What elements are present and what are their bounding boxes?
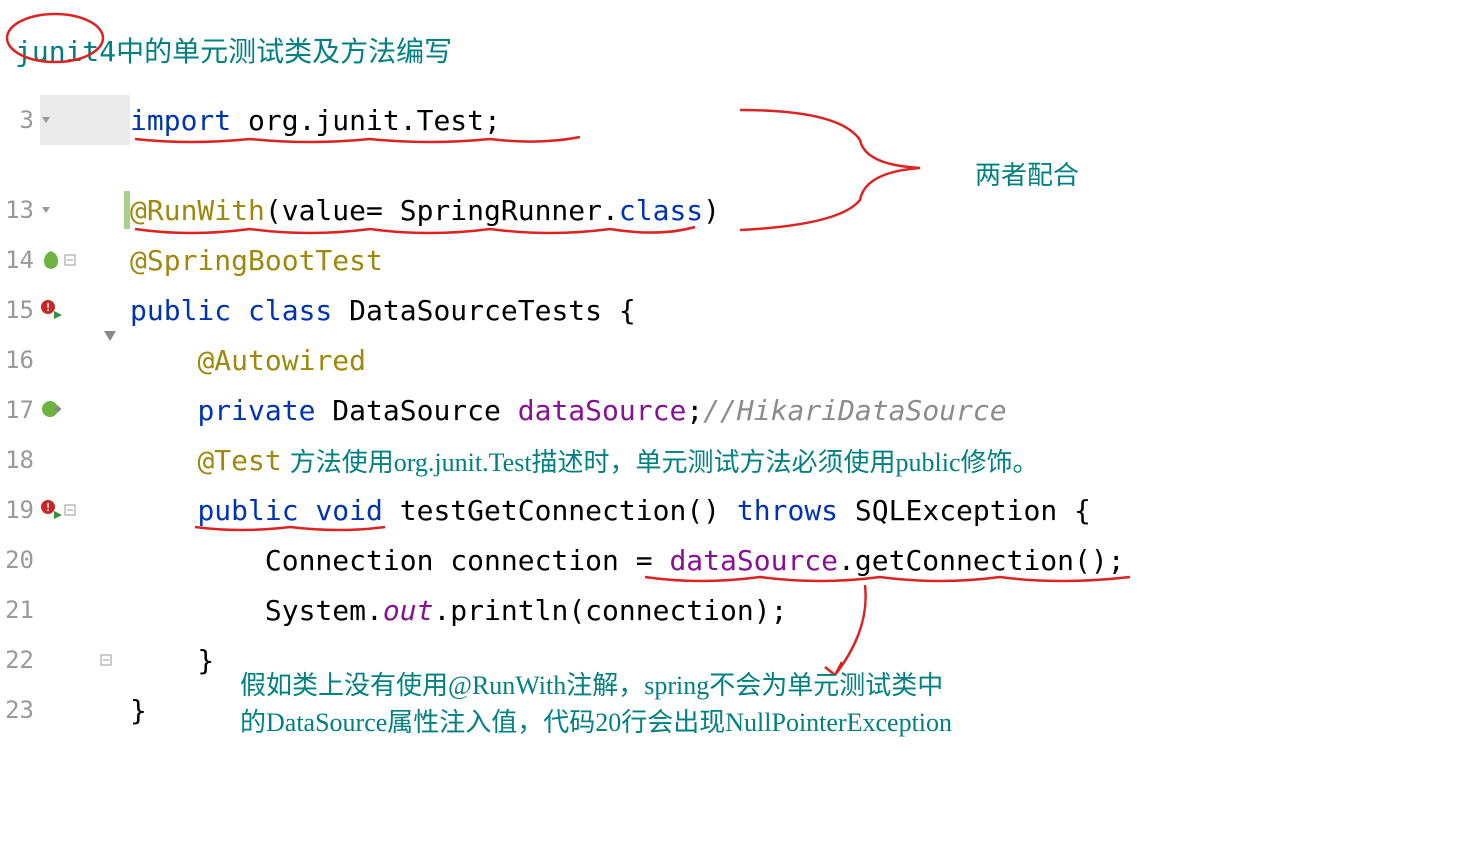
line-number: 13 (0, 196, 40, 224)
code-editor[interactable]: 3 import org.junit.Test; 13 @RunWith(val… (0, 95, 1125, 735)
line-number: 20 (0, 546, 40, 574)
code-line-3[interactable]: 3 import org.junit.Test; (0, 95, 1125, 145)
line-number: 17 (0, 396, 40, 424)
code-content[interactable]: import org.junit.Test; (130, 104, 501, 137)
code-spacer (0, 145, 1125, 185)
line-number: 23 (0, 696, 40, 724)
line-number: 16 (0, 346, 40, 374)
code-line-22[interactable]: 22 } (0, 635, 1125, 685)
line-number: 18 (0, 446, 40, 474)
code-line-13[interactable]: 13 @RunWith(value= SpringRunner.class) (0, 185, 1125, 235)
title: junit4中的单元测试类及方法编写 (15, 30, 452, 70)
code-content[interactable]: public void testGetConnection() throws S… (130, 494, 1091, 527)
code-line-23[interactable]: 23 } (0, 685, 1125, 735)
fold-icon[interactable] (40, 204, 52, 216)
code-content[interactable]: @RunWith(value= SpringRunner.class) (130, 194, 720, 227)
annotation-note-2: 方法使用org.junit.Test描述时，单元测试方法必须使用public修饰… (290, 442, 1039, 479)
code-content[interactable]: } (130, 644, 214, 677)
line-number: 14 (0, 246, 40, 274)
line-number: 21 (0, 596, 40, 624)
fold-icon[interactable] (40, 114, 52, 126)
line-number: 19 (0, 496, 40, 524)
code-content[interactable]: private DataSource dataSource;//HikariDa… (130, 394, 1007, 427)
fold-icon[interactable] (64, 254, 76, 266)
svg-text:!: ! (45, 501, 52, 514)
code-content[interactable]: } (130, 694, 147, 727)
line-number: 3 (0, 106, 40, 134)
fold-end-icon[interactable] (100, 654, 112, 666)
line-number: 22 (0, 646, 40, 674)
code-line-20[interactable]: 20 Connection connection = dataSource.ge… (0, 535, 1125, 585)
line-number: 15 (0, 296, 40, 324)
fold-icon[interactable] (64, 504, 76, 516)
code-content[interactable]: Connection connection = dataSource.getCo… (130, 544, 1125, 577)
code-content[interactable]: public class DataSourceTests { (130, 294, 636, 327)
code-line-17[interactable]: 17 private DataSource dataSource;//Hikar… (0, 385, 1125, 435)
svg-text:!: ! (45, 301, 52, 314)
run-test-icon[interactable]: ! (40, 499, 62, 521)
code-line-21[interactable]: 21 System.out.println(connection); (0, 585, 1125, 635)
title-circled: junit4 (15, 35, 116, 68)
code-content[interactable]: @Test (130, 444, 282, 477)
code-line-14[interactable]: 14 @SpringBootTest (0, 235, 1125, 285)
code-line-15[interactable]: 15 ! public class DataSourceTests { (0, 285, 1125, 335)
code-line-19[interactable]: 19 ! public void testGetConnection() thr… (0, 485, 1125, 535)
code-content[interactable]: @SpringBootTest (130, 244, 383, 277)
code-line-16[interactable]: 16 @Autowired (0, 335, 1125, 385)
title-rest: 中的单元测试类及方法编写 (116, 35, 452, 68)
code-content[interactable]: @Autowired (130, 344, 366, 377)
spring-icon (40, 249, 62, 271)
code-content[interactable]: System.out.println(connection); (130, 594, 787, 627)
bean-icon (40, 399, 62, 421)
code-line-18[interactable]: 18 @Test 方法使用org.junit.Test描述时，单元测试方法必须使… (0, 435, 1125, 485)
run-test-icon[interactable]: ! (40, 299, 62, 321)
